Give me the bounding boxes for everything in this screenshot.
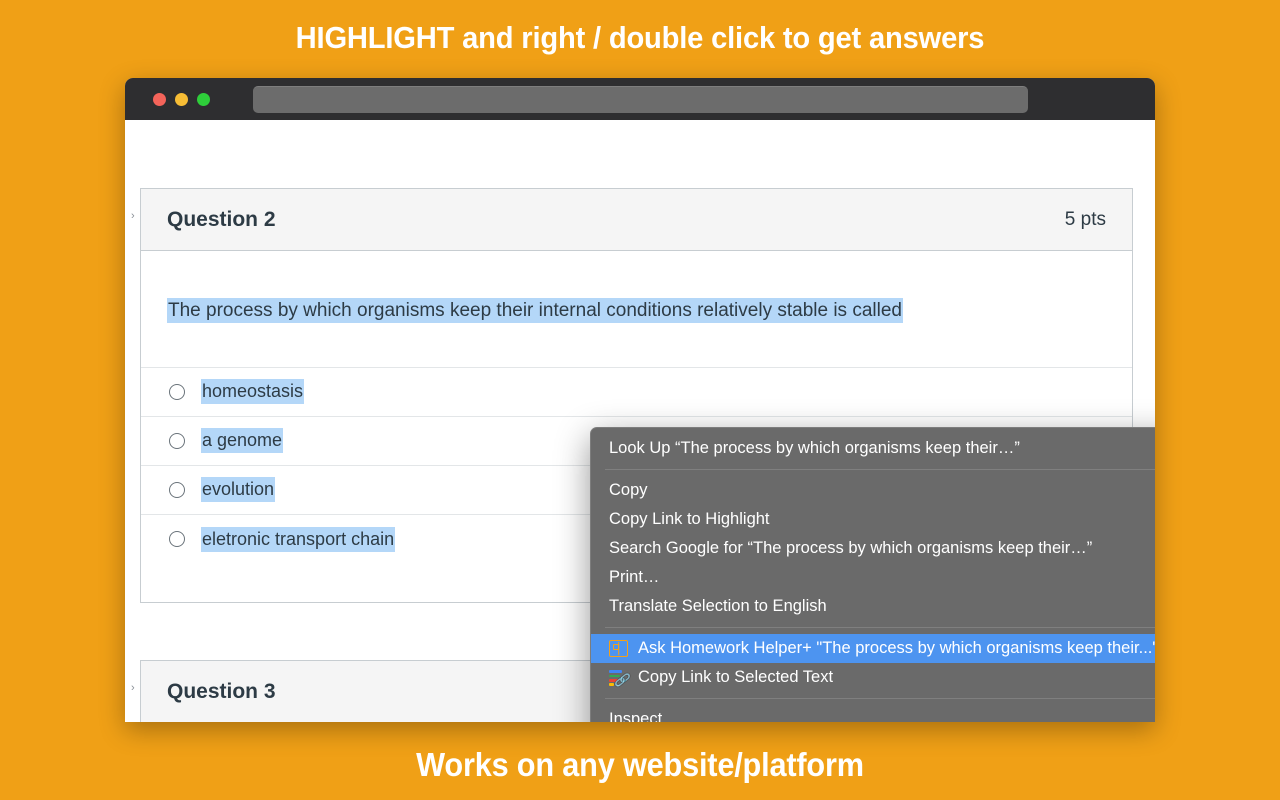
promo-caption-bottom: Works on any website/platform [416, 746, 864, 783]
menu-item-look-up[interactable]: Look Up “The process by which organisms … [591, 434, 1155, 463]
question2-header: Question 2 5 pts [141, 189, 1132, 251]
radio-button-icon[interactable] [169, 531, 185, 548]
answer-label: homeostasis [201, 379, 305, 405]
question2-title: Question 2 [167, 207, 276, 231]
radio-button-icon[interactable] [169, 432, 185, 449]
close-button[interactable] [153, 92, 166, 106]
answer-label: eletronic transport chain [201, 526, 396, 552]
question3-title: Question 3 [167, 679, 276, 703]
menu-item-print[interactable]: Print… [591, 563, 1155, 592]
menu-item-label: Inspect [609, 710, 663, 722]
radio-button-icon[interactable] [169, 481, 185, 498]
menu-item-label: Look Up “The process by which organisms … [609, 439, 1020, 457]
promo-headline-top: HIGHLIGHT and right / double click to ge… [295, 20, 985, 55]
menu-item-label: Search Google for “The process by which … [609, 539, 1093, 557]
book-icon [609, 640, 628, 657]
question2-prompt-text: The process by which organisms keep thei… [167, 298, 903, 323]
answer-option[interactable]: homeostasis [141, 368, 1132, 417]
menu-item-label: Copy Link to Selected Text [638, 668, 834, 686]
menu-item-label: Translate Selection to English [609, 597, 827, 615]
menu-item-label: Print… [609, 568, 660, 586]
menu-item-translate-selection[interactable]: Translate Selection to English [591, 592, 1155, 621]
menu-separator [605, 627, 1155, 628]
menu-separator [605, 698, 1155, 699]
page-content: › Question 2 5 pts The process by which … [125, 120, 1155, 722]
answer-label: a genome [201, 428, 284, 454]
menu-item-search-google[interactable]: Search Google for “The process by which … [591, 534, 1155, 563]
menu-item-inspect[interactable]: Inspect [591, 705, 1155, 722]
browser-window: › Question 2 5 pts The process by which … [125, 78, 1155, 722]
question3-edge-marker-icon: › [131, 682, 135, 694]
radio-button-icon[interactable] [169, 383, 185, 400]
context-menu[interactable]: Look Up “The process by which organisms … [590, 427, 1155, 722]
menu-item-ask-homework-helper[interactable]: Ask Homework Helper+ "The process by whi… [591, 634, 1155, 663]
minimize-button[interactable] [175, 92, 188, 106]
question2-prompt: The process by which organisms keep thei… [167, 297, 1106, 325]
maximize-button[interactable] [197, 92, 210, 106]
address-bar-input[interactable] [253, 86, 1028, 113]
question2-points: 5 pts [1064, 208, 1106, 230]
menu-item-copy[interactable]: Copy [591, 476, 1155, 505]
answer-label: evolution [201, 477, 276, 503]
browser-titlebar [125, 78, 1155, 120]
question2-edge-marker-icon: › [131, 210, 135, 222]
traffic-lights [153, 92, 210, 106]
menu-item-label: Ask Homework Helper+ "The process by whi… [638, 639, 1155, 657]
menu-item-copy-link-to-selected-text[interactable]: 🔗 Copy Link to Selected Text [591, 663, 1155, 692]
copy-link-icon: 🔗 [609, 669, 629, 686]
menu-item-label: Copy [609, 481, 648, 499]
menu-item-copy-link-to-highlight[interactable]: Copy Link to Highlight [591, 505, 1155, 534]
menu-item-label: Copy Link to Highlight [609, 510, 770, 528]
menu-separator [605, 469, 1155, 470]
